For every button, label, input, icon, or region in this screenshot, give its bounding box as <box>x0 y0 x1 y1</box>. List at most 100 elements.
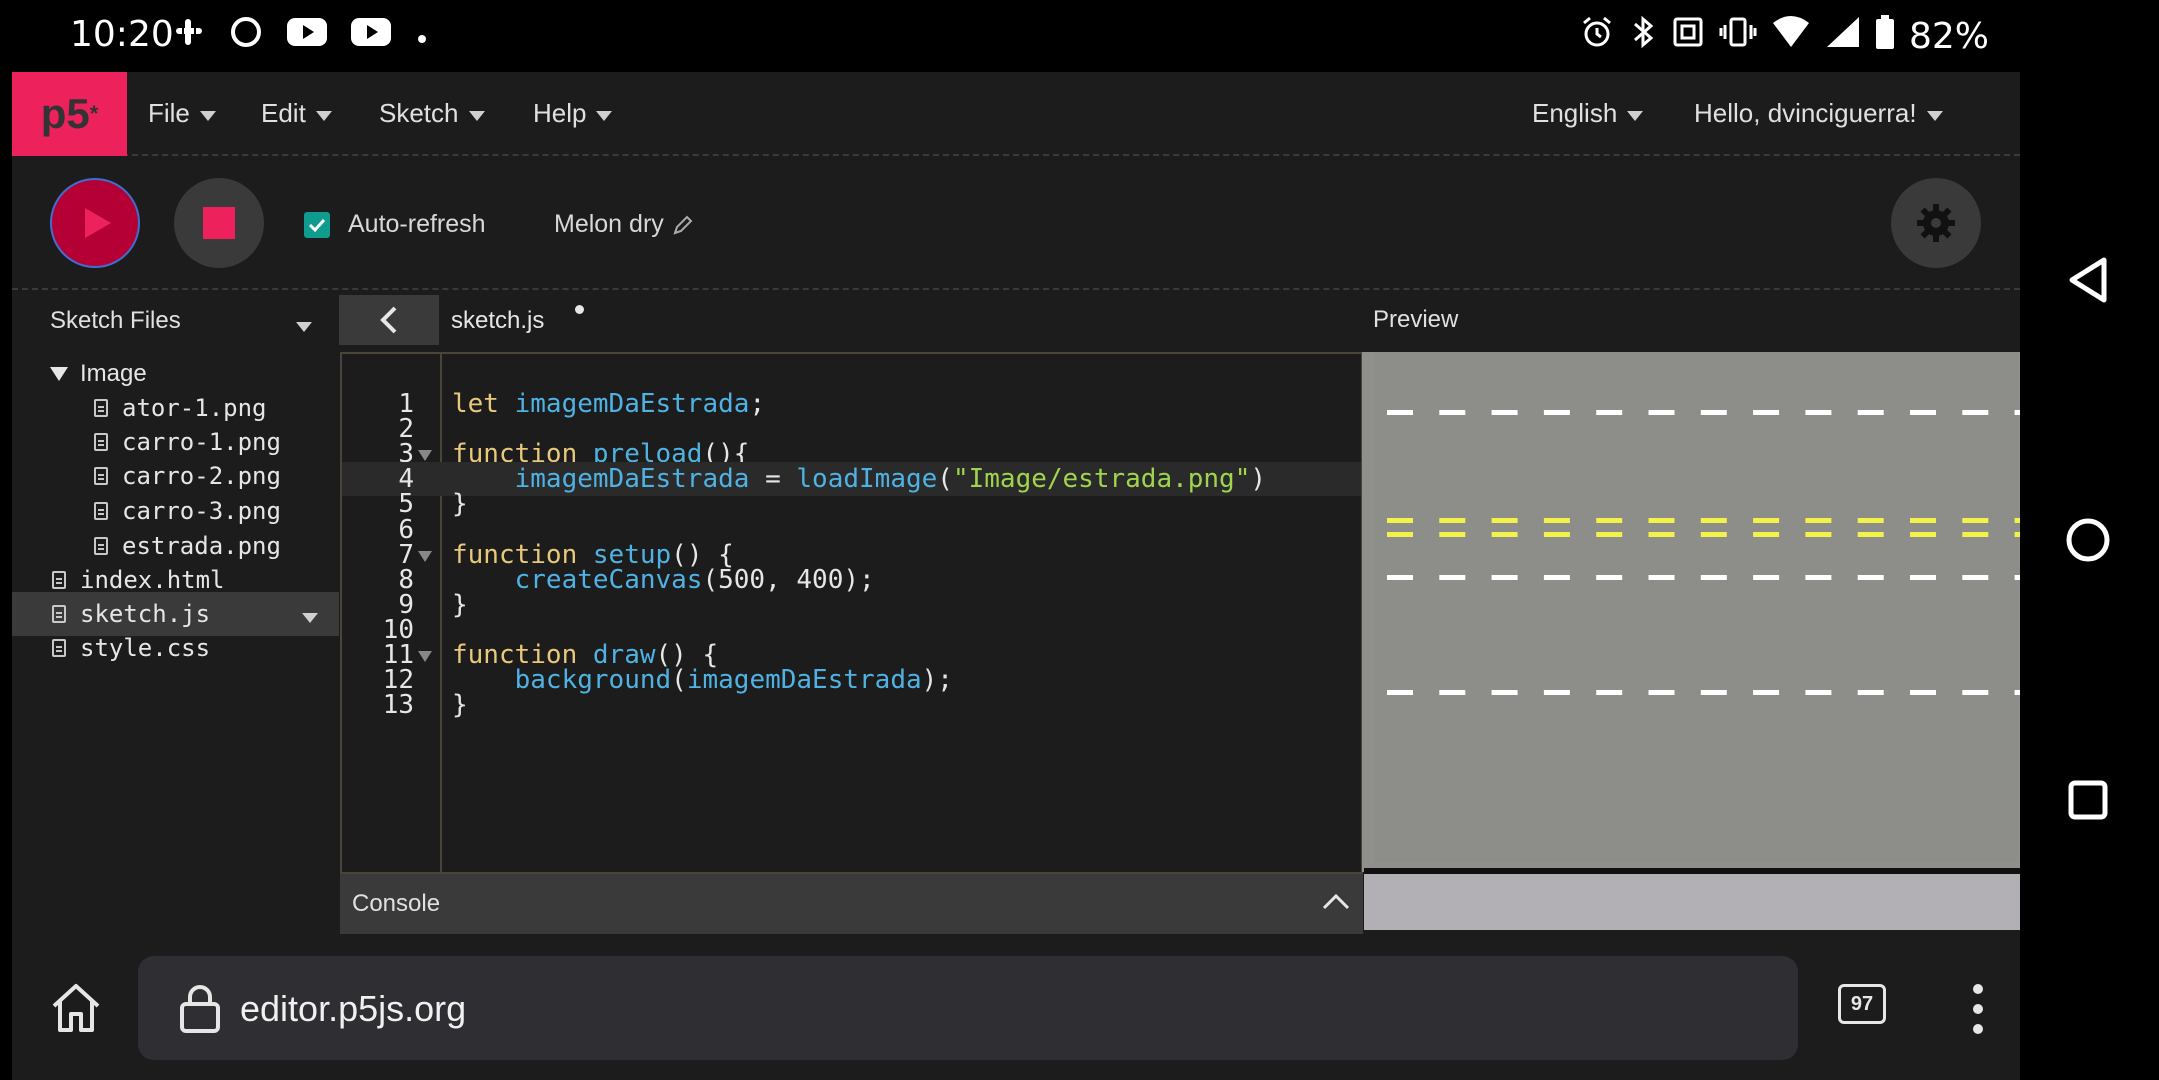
home-icon[interactable] <box>48 980 104 1041</box>
file-label: carro-2.png <box>122 462 281 490</box>
lane-marking-yellow <box>1491 518 1518 523</box>
language-label: English <box>1532 98 1618 128</box>
p5-logo[interactable]: p5 * <box>12 72 127 156</box>
file-item[interactable]: style.css <box>12 626 339 670</box>
battery-percent: 82% <box>1908 15 1989 57</box>
lane-marking-white <box>1387 690 1413 695</box>
menu-file[interactable]: File <box>148 98 216 129</box>
more-vert-icon[interactable] <box>1968 982 1988 1041</box>
settings-button[interactable] <box>1891 178 1981 268</box>
file-label: sketch.js <box>80 600 211 628</box>
lane-marking-white <box>1962 410 1989 415</box>
stop-button[interactable] <box>174 178 264 268</box>
lane-marking-white <box>1596 575 1623 580</box>
lane-marking-white <box>1491 690 1518 695</box>
logo-asterisk: * <box>89 101 99 126</box>
chevron-down-icon <box>315 110 332 121</box>
lane-marking-white <box>1910 575 1936 580</box>
auto-refresh-checkbox[interactable] <box>304 212 330 238</box>
play-button[interactable] <box>50 178 140 268</box>
lane-marking-white <box>1857 410 1884 415</box>
stop-icon <box>203 207 235 239</box>
lane-marking-white <box>1439 575 1466 580</box>
lane-marking-yellow <box>1543 532 1570 537</box>
lane-marking-white <box>1805 410 1832 415</box>
lane-marking-white <box>1857 690 1884 695</box>
sketch-name-text: Melon dry <box>554 210 664 238</box>
preview-scrollbar[interactable] <box>1364 868 2020 930</box>
check-icon <box>308 218 326 233</box>
lane-marking-yellow <box>1962 518 1989 523</box>
lane-marking-white <box>1491 575 1518 580</box>
lane-marking-yellow <box>1910 518 1936 523</box>
lane-marking-white <box>1753 575 1780 580</box>
pencil-icon[interactable] <box>672 214 694 236</box>
chevron-left-icon <box>380 306 397 334</box>
code-editor[interactable]: 1 let imagemDaEstrada; 2 3 function preload(… <box>340 352 1363 874</box>
file-icon <box>94 502 108 520</box>
file-icon <box>52 639 66 657</box>
home-nav-icon[interactable] <box>2058 510 2118 570</box>
wifi-icon <box>1771 15 1811 57</box>
file-icon <box>94 433 108 451</box>
sidebar-options-chevron-icon[interactable] <box>296 322 312 332</box>
tab-count: 97 <box>1850 992 1874 1015</box>
lane-marking-white <box>1805 575 1832 580</box>
unsaved-indicator-icon <box>575 305 584 314</box>
lane-marking-yellow <box>1805 532 1832 537</box>
menu-sketch[interactable]: Sketch <box>379 98 485 129</box>
code-text: } <box>452 688 468 722</box>
lane-marking-white <box>1700 410 1727 415</box>
back-nav-icon[interactable] <box>2058 250 2118 310</box>
editor-file-tab[interactable]: sketch.js <box>451 307 544 335</box>
lane-marking-white <box>1648 410 1675 415</box>
file-options-chevron-icon[interactable] <box>302 613 318 623</box>
lane-marking-yellow <box>1910 532 1936 537</box>
menu-edit-label: Edit <box>261 98 306 128</box>
preview-frame[interactable] <box>1362 352 2020 872</box>
auto-refresh-label[interactable]: Auto-refresh <box>348 210 486 239</box>
collapse-sidebar-button[interactable] <box>339 295 439 345</box>
file-icon <box>94 467 108 485</box>
fold-arrow-icon[interactable] <box>418 651 432 662</box>
status-bar: 10:20 82% <box>0 0 2159 72</box>
code-token: } <box>452 690 468 721</box>
menu-help[interactable]: Help <box>533 98 613 129</box>
road-surface <box>1374 352 2020 862</box>
lock-icon[interactable] <box>178 984 222 1039</box>
console-panel[interactable]: Console <box>340 874 1363 934</box>
file-icon <box>94 537 108 555</box>
address-bar[interactable]: editor.p5js.org <box>138 956 1798 1060</box>
chevron-down-icon <box>1627 110 1644 121</box>
recents-nav-icon[interactable] <box>2058 770 2118 830</box>
gear-icon <box>1917 204 1955 242</box>
file-label: carro-1.png <box>122 428 281 456</box>
sketch-name[interactable]: Melon dry <box>554 210 694 239</box>
lane-marking-white <box>1648 575 1675 580</box>
fold-arrow-icon[interactable] <box>418 450 432 462</box>
fold-arrow-icon[interactable] <box>418 550 432 562</box>
lane-marking-yellow <box>1596 518 1623 523</box>
menu-file-label: File <box>148 98 190 128</box>
tab-switcher-button[interactable]: 97 <box>1838 984 1886 1024</box>
lane-marking-white <box>1596 690 1623 695</box>
lane-marking-white <box>1596 410 1623 415</box>
console-label: Console <box>352 890 441 917</box>
lane-marking-yellow <box>1753 532 1780 537</box>
file-label: index.html <box>80 566 225 594</box>
file-icon <box>52 571 66 589</box>
road-canvas <box>1374 352 2020 862</box>
lane-marking-yellow <box>1387 532 1413 537</box>
user-menu[interactable]: Hello, dvinciguerra! <box>1694 98 1943 129</box>
preview-label: Preview <box>1373 306 1459 333</box>
chevron-up-icon[interactable] <box>1321 890 1351 919</box>
nfc-icon <box>1671 15 1705 57</box>
chevron-down-icon <box>1926 110 1943 121</box>
code-line[interactable]: 13} <box>342 688 1361 722</box>
menu-edit[interactable]: Edit <box>261 98 332 129</box>
url-text[interactable]: editor.p5js.org <box>240 988 466 1030</box>
line-number: 13 <box>382 690 414 721</box>
lane-marking-white <box>1753 690 1780 695</box>
system-status-icons: 82% <box>1579 14 1989 58</box>
language-menu[interactable]: English <box>1532 98 1644 129</box>
